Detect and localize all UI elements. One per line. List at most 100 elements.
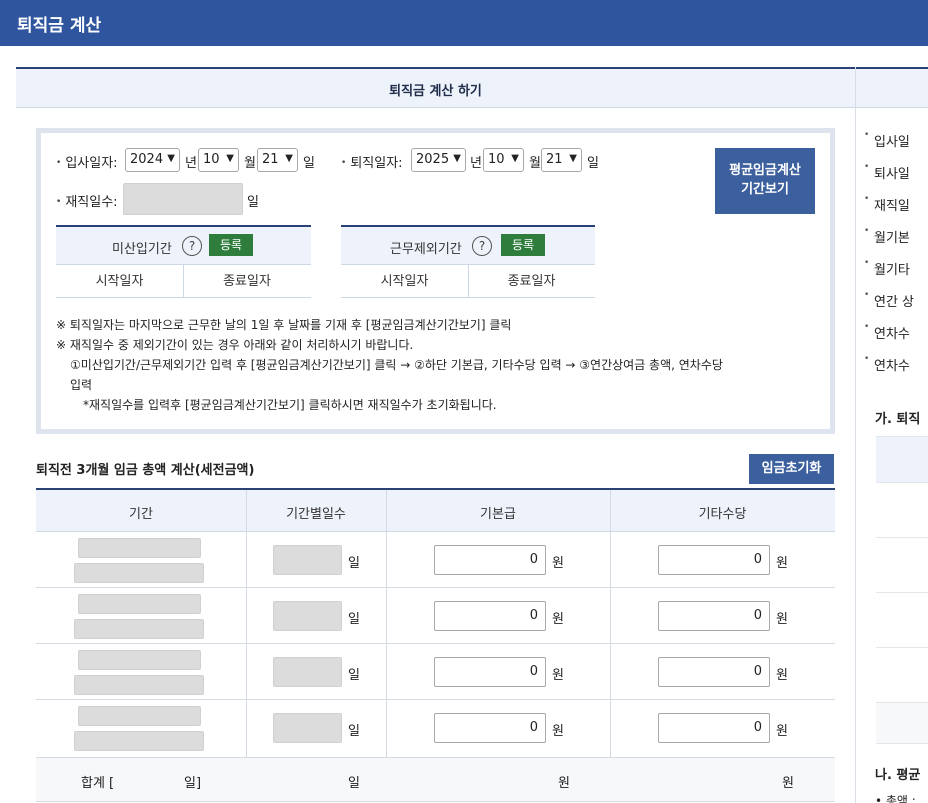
days-unit: 일 bbox=[348, 556, 360, 571]
help-icon[interactable]: ? bbox=[472, 236, 492, 256]
other-allowance-input[interactable]: 0 bbox=[658, 713, 770, 743]
other-allowance-input[interactable]: 0 bbox=[658, 601, 770, 631]
result-panel: 입사일 퇴사일 재직일 월기본 월기타 연간 상 연차수 연차수 가. 퇴직 나… bbox=[855, 67, 928, 803]
note-3: ①미산입기간/근무제외기간 입력 후 [평균임금계산기간보기] 클릭 → ②하단… bbox=[70, 358, 723, 372]
period-start-field[interactable] bbox=[78, 706, 201, 726]
join-month-select[interactable]: 10 ▼ bbox=[198, 148, 239, 172]
basic-pay-input[interactable]: 0 bbox=[434, 657, 546, 687]
join-month-unit: 월 bbox=[244, 156, 256, 171]
excluded-period-table: 근무제외기간 ? 등록 시작일자 종료일자 bbox=[341, 225, 595, 298]
won-unit: 원 bbox=[776, 556, 788, 571]
header-days: 기간별일수 bbox=[286, 507, 346, 522]
leave-year-value: 2025 bbox=[416, 152, 450, 167]
note-2: ※ 재직일수 중 제외기간이 있는 경우 아래와 같이 처리하시기 바랍니다. bbox=[56, 338, 414, 352]
period-days-field[interactable] bbox=[273, 657, 342, 687]
join-date-label: 입사일자: bbox=[56, 152, 117, 171]
result-total-line: • 총액 : bbox=[875, 794, 916, 803]
header-other-allowance: 기타수당 bbox=[698, 507, 747, 522]
period-days-field[interactable] bbox=[273, 601, 342, 631]
header-period: 기간 bbox=[129, 507, 153, 522]
total-label: 합계 [ bbox=[81, 776, 115, 791]
date-input-panel: 입사일자: 2024▼ 년 10▼ 월 21▼ 일 퇴직일자: 2025▼ 년 … bbox=[36, 128, 835, 434]
help-icon[interactable]: ? bbox=[182, 236, 202, 256]
unpaid-period-header: 미산입기간 ? 등록 bbox=[56, 227, 311, 265]
leave-year-select[interactable]: 2025 ▼ bbox=[411, 148, 466, 172]
period-start-field[interactable] bbox=[78, 594, 201, 614]
other-allowance-input[interactable]: 0 bbox=[658, 657, 770, 687]
join-year-select[interactable]: 2024 ▼ bbox=[125, 148, 180, 172]
won-unit: 원 bbox=[776, 612, 788, 627]
table-row: 일 0 원 0 원 bbox=[36, 588, 835, 644]
leave-month-select[interactable]: 10 ▼ bbox=[483, 148, 524, 172]
note-3-cont: 입력 bbox=[70, 378, 93, 392]
days-unit: 일 bbox=[348, 612, 360, 627]
join-day-value: 21 bbox=[262, 152, 279, 167]
chevron-down-icon: ▼ bbox=[285, 153, 293, 164]
chevron-down-icon: ▼ bbox=[226, 153, 234, 164]
total-label-end: 일] bbox=[184, 776, 202, 791]
unpaid-period-register-button[interactable]: 등록 bbox=[209, 234, 253, 256]
period-days-field[interactable] bbox=[273, 545, 342, 575]
section-header: 퇴직금 계산 하기 bbox=[16, 67, 855, 108]
table-row: 일 0 원 0 원 bbox=[36, 532, 835, 588]
leave-day-value: 21 bbox=[546, 152, 563, 167]
other-allowance-input[interactable]: 0 bbox=[658, 545, 770, 575]
total-row: 합계 [ 일] 일 원 원 bbox=[36, 758, 835, 802]
period-start-field[interactable] bbox=[78, 650, 201, 670]
total-days-unit: 일 bbox=[348, 776, 360, 791]
result-table-row bbox=[876, 537, 928, 592]
note-1: ※ 퇴직일자는 마지막으로 근무한 날의 1일 후 날짜를 기재 후 [평균임금… bbox=[56, 318, 512, 332]
leave-day-unit: 일 bbox=[587, 156, 599, 171]
excluded-period-start-label: 시작일자 bbox=[380, 274, 429, 289]
result-item-leave: 퇴사일 bbox=[864, 162, 910, 182]
chevron-down-icon: ▼ bbox=[569, 153, 577, 164]
result-item-tenure: 재직일 bbox=[864, 194, 910, 214]
won-unit: 원 bbox=[552, 556, 564, 571]
period-start-field[interactable] bbox=[78, 538, 201, 558]
leave-day-select[interactable]: 21 ▼ bbox=[541, 148, 582, 172]
tenure-days-field[interactable] bbox=[123, 183, 243, 215]
period-end-field[interactable] bbox=[74, 563, 204, 583]
period-end-field[interactable] bbox=[74, 731, 204, 751]
result-item-annual-bonus: 연간 상 bbox=[864, 290, 914, 310]
tenure-label: 재직일수: bbox=[56, 191, 117, 210]
basic-pay-input[interactable]: 0 bbox=[434, 713, 546, 743]
result-item-join: 입사일 bbox=[864, 130, 910, 150]
leave-month-value: 10 bbox=[488, 152, 505, 167]
period-end-field[interactable] bbox=[74, 675, 204, 695]
tenure-unit: 일 bbox=[247, 195, 259, 210]
excluded-period-header: 근무제외기간 ? 등록 bbox=[341, 227, 595, 265]
wage-table: 기간 기간별일수 기본급 기타수당 일 0 원 0 원 일 0 원 0 원 일 … bbox=[36, 488, 835, 802]
total-basic-unit: 원 bbox=[558, 776, 570, 791]
unpaid-period-start-label: 시작일자 bbox=[95, 274, 144, 289]
period-end-field[interactable] bbox=[74, 619, 204, 639]
result-item-monthly-basic: 월기본 bbox=[864, 226, 910, 246]
basic-pay-input[interactable]: 0 bbox=[434, 545, 546, 575]
page-title: 퇴직금 계산 bbox=[17, 16, 102, 36]
result-table-row bbox=[876, 592, 928, 647]
basic-pay-input[interactable]: 0 bbox=[434, 601, 546, 631]
excluded-period-register-button[interactable]: 등록 bbox=[501, 234, 545, 256]
reset-wage-button[interactable]: 임금초기화 bbox=[749, 454, 834, 484]
wage-table-header: 기간 기간별일수 기본급 기타수당 bbox=[36, 490, 835, 532]
top-header-bar: 퇴직금 계산 bbox=[0, 0, 928, 46]
chevron-down-icon: ▼ bbox=[511, 153, 519, 164]
unpaid-period-table: 미산입기간 ? 등록 시작일자 종료일자 bbox=[56, 225, 311, 298]
join-year-value: 2024 bbox=[130, 152, 164, 167]
won-unit: 원 bbox=[552, 612, 564, 627]
excluded-period-end-label: 종료일자 bbox=[507, 274, 556, 289]
result-table-row bbox=[876, 647, 928, 702]
view-average-wage-period-button[interactable]: 평균임금계산 기간보기 bbox=[715, 148, 815, 214]
header-basic-pay: 기본급 bbox=[480, 507, 516, 522]
unpaid-period-title: 미산입기간 bbox=[112, 242, 172, 257]
join-day-select[interactable]: 21 ▼ bbox=[257, 148, 298, 172]
excluded-period-title: 근무제외기간 bbox=[390, 242, 462, 257]
result-item-monthly-other: 월기타 bbox=[864, 258, 910, 278]
leave-date-label: 퇴직일자: bbox=[341, 152, 402, 171]
wage-section-title: 퇴직전 3개월 임금 총액 계산(세전금액) bbox=[36, 463, 255, 478]
chevron-down-icon: ▼ bbox=[453, 153, 461, 164]
join-month-value: 10 bbox=[203, 152, 220, 167]
unpaid-period-end-label: 종료일자 bbox=[223, 274, 271, 289]
period-days-field[interactable] bbox=[273, 713, 342, 743]
result-table-header bbox=[876, 436, 928, 482]
